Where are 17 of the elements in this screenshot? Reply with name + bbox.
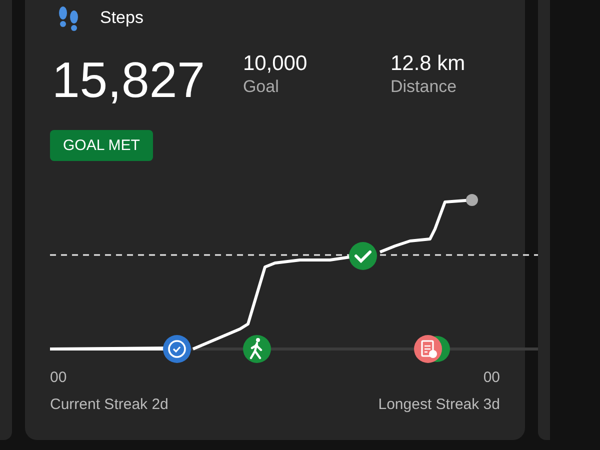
stat-value: 12.8 km xyxy=(390,52,466,76)
step-count: 15,827 xyxy=(52,52,205,108)
clipboard-heart-icon xyxy=(414,335,450,363)
end-dot xyxy=(466,194,478,206)
card-title: Steps xyxy=(100,8,144,28)
streak-label: Current Streak 2d xyxy=(50,396,168,413)
goal-badge: GOAL MET xyxy=(50,130,153,161)
stat-value: 10,000 xyxy=(242,52,308,76)
stat-label: Distance xyxy=(390,76,458,98)
check-icon xyxy=(349,242,377,270)
axis-label: 00 xyxy=(483,369,500,386)
streak-label: Longest Streak 3d xyxy=(378,396,500,413)
axis-label: 00 xyxy=(50,369,67,386)
footprints-icon xyxy=(58,5,80,31)
stat-label: Goal xyxy=(242,76,280,98)
walking-icon xyxy=(243,335,271,363)
clock-icon xyxy=(163,335,191,363)
